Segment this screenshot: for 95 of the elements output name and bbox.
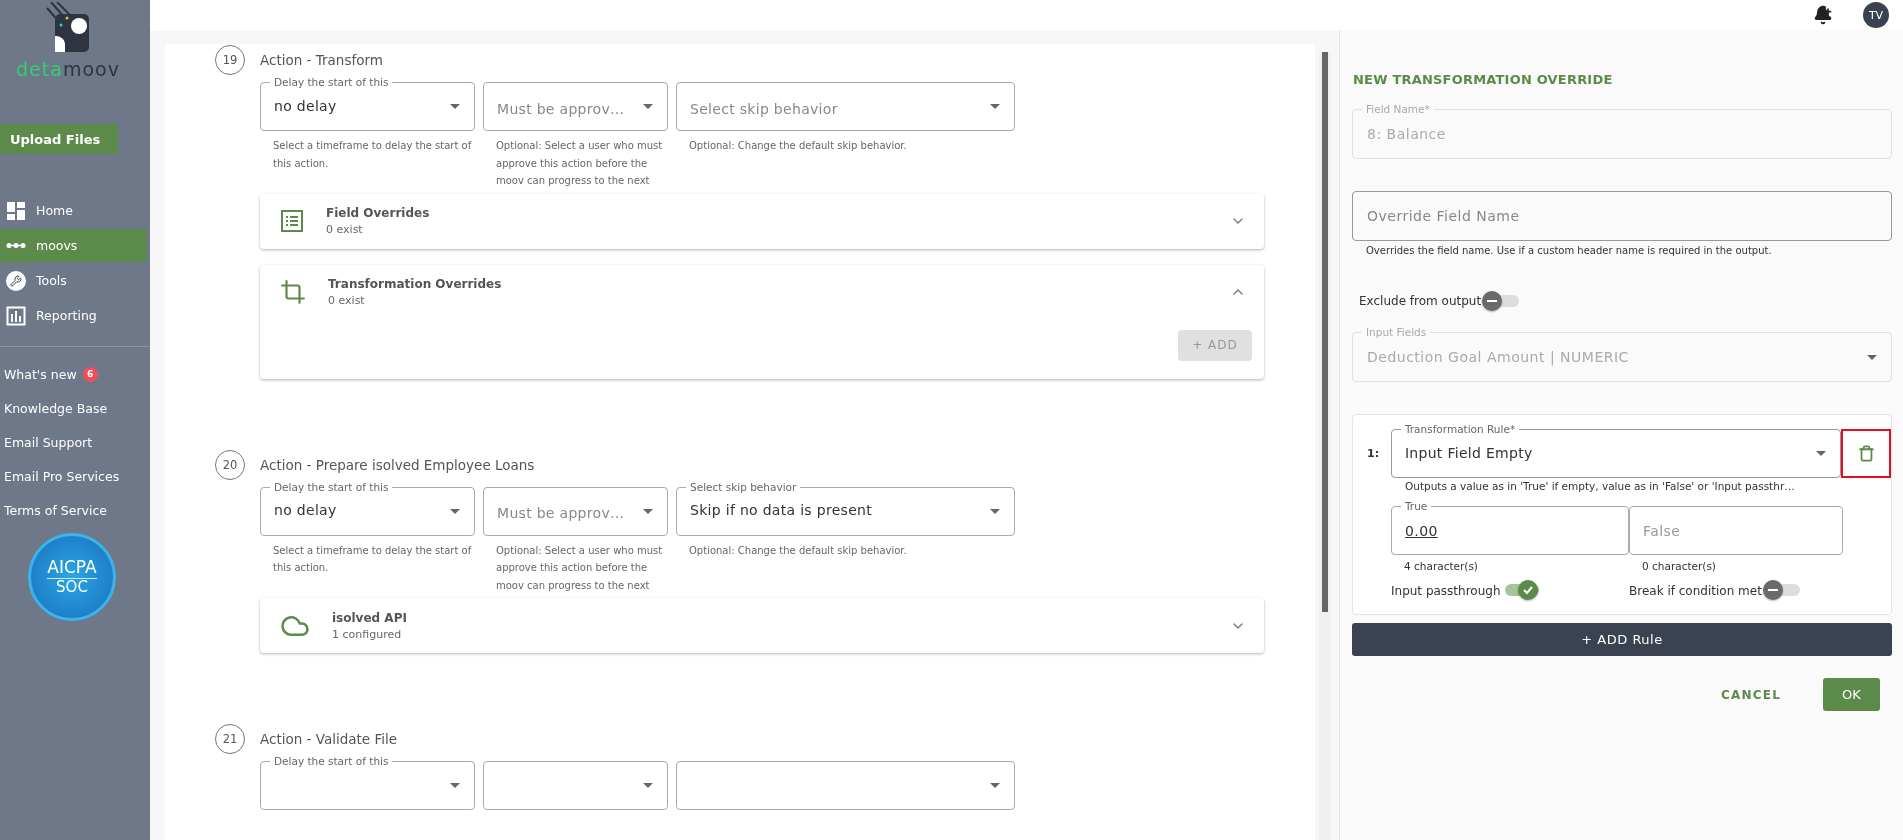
character-count: 0 character(s) xyxy=(1642,560,1717,572)
nav-label: moovs xyxy=(36,238,78,253)
dropdown-caret-icon xyxy=(990,508,1000,514)
helper-text: Optional: Change the default skip behavior. xyxy=(689,139,908,153)
field-value: no delay xyxy=(274,502,337,518)
toggle-label: Input passthrough xyxy=(1391,584,1501,598)
panel-subtitle: 0 exist xyxy=(328,294,366,307)
helper-text: Overrides the field name. Use if a custom header name is required in the output. xyxy=(1366,245,1773,256)
step-title: Action - Prepare isolved Employee Loans xyxy=(260,456,535,473)
panel-title: Field Overrides xyxy=(326,206,431,220)
user-avatar[interactable]: TV xyxy=(1863,2,1889,28)
nav-label: Reporting xyxy=(36,308,97,323)
field-placeholder: Override Field Name xyxy=(1367,208,1520,224)
dropdown-caret-icon xyxy=(990,104,1000,109)
list-icon xyxy=(280,209,304,233)
delete-icon xyxy=(1857,445,1875,462)
select-field[interactable]: Must be approv… xyxy=(483,486,668,536)
panel-heading: NEW TRANSFORMATION OVERRIDE xyxy=(1353,72,1614,87)
panel-subtitle: 1 configured xyxy=(332,627,403,641)
rule-number: 1: xyxy=(1367,447,1381,460)
sidebar-link[interactable]: Terms of Service xyxy=(0,493,150,527)
bar-chart-icon xyxy=(6,305,26,326)
field-label: Transformation Rule* xyxy=(1400,422,1520,436)
helper-text: Select a timeframe to delay the start of this action. xyxy=(273,543,473,575)
step-title: Action - Transform xyxy=(260,52,383,68)
override-name-input[interactable]: Override Field Name xyxy=(1352,191,1892,241)
false-value-input[interactable]: False xyxy=(1629,506,1843,555)
delete-button[interactable] xyxy=(1841,429,1891,478)
field-value: Input Field Empty xyxy=(1404,444,1533,461)
dropdown-caret-icon xyxy=(643,104,653,109)
field-label: Input Fields xyxy=(1362,325,1431,339)
cancel-button[interactable]: CANCEL xyxy=(1715,686,1787,703)
helper-text: Outputs a value as in 'True' if empty, value as in 'False' or 'Input passthr… xyxy=(1405,480,1796,492)
dropdown-caret-icon xyxy=(450,508,460,514)
field-placeholder: False xyxy=(1643,522,1681,539)
step-title: Action - Validate File xyxy=(260,731,398,747)
field-value: Skip if no data is present xyxy=(690,502,872,518)
ok-button[interactable]: OK xyxy=(1823,678,1880,711)
nav-item[interactable]: Home xyxy=(0,194,147,227)
field-placeholder: Select skip behavior xyxy=(690,100,838,117)
character-count: 4 character(s) xyxy=(1404,560,1479,572)
field-label: Field Name* xyxy=(1362,102,1434,116)
dropdown-caret-icon xyxy=(1816,451,1827,456)
check-icon xyxy=(1521,584,1534,596)
field-value: 0.00 xyxy=(1405,522,1438,539)
sidebar-link[interactable]: Email Pro Services xyxy=(0,459,150,493)
nav-item[interactable]: moovs xyxy=(0,229,147,262)
toggle-label: Break if condition met xyxy=(1629,584,1762,598)
field-value: 8: Balance xyxy=(1367,126,1446,142)
select-field[interactable] xyxy=(676,761,1015,810)
count-badge: 6 xyxy=(82,366,98,382)
panel-subtitle: 0 exist xyxy=(326,223,364,236)
nav-item[interactable]: Reporting xyxy=(0,299,147,332)
sidebar-link[interactable]: What's new xyxy=(4,366,77,382)
upload-files-button[interactable]: Upload Files xyxy=(0,124,118,154)
helper-text: Optional: Select a user who must approve this action before the moov can progress to the next xyxy=(496,543,664,593)
select-field[interactable]: Must be approv… xyxy=(483,82,668,131)
connected-dots-icon xyxy=(6,243,26,248)
wrench-icon xyxy=(6,270,26,291)
field-label: True xyxy=(1401,499,1432,513)
helper-text: Select a timeframe to delay the start of this action. xyxy=(273,139,473,171)
badge-text: SOC xyxy=(56,579,88,596)
logo-icon xyxy=(45,2,91,54)
dropdown-caret-icon xyxy=(990,783,1000,788)
add-rule-button[interactable]: + ADD Rule xyxy=(1352,623,1892,656)
nav-label: Home xyxy=(36,203,73,218)
notification-bell-icon[interactable] xyxy=(1813,5,1833,25)
nav-label: Tools xyxy=(36,273,67,288)
toggle-label: Exclude from output xyxy=(1359,294,1482,308)
scrollbar[interactable] xyxy=(1319,52,1331,840)
nav-item[interactable]: Tools xyxy=(0,264,147,297)
select-field[interactable] xyxy=(483,761,668,810)
field-label: Delay the start of this xyxy=(270,75,393,89)
select-field[interactable]: Select skip behavior xyxy=(676,82,1015,131)
sidebar-link[interactable]: Email Support xyxy=(0,425,150,459)
dropdown-caret-icon xyxy=(1867,354,1877,360)
field-value: no delay xyxy=(274,97,337,114)
field-placeholder: Must be approv… xyxy=(497,505,625,521)
dropdown-caret-icon xyxy=(450,104,460,109)
dropdown-caret-icon xyxy=(450,783,460,788)
badge-text: AICPA xyxy=(47,558,97,580)
dropdown-caret-icon xyxy=(643,508,653,514)
dashboard-icon xyxy=(6,200,26,221)
dropdown-caret-icon xyxy=(643,783,653,788)
field-placeholder: Must be approv… xyxy=(497,100,625,117)
minus-icon xyxy=(1486,299,1499,303)
helper-text: Optional: Change the default skip behavior. xyxy=(689,543,908,558)
logo-text: detamoov xyxy=(16,58,120,80)
panel-title: isolved API xyxy=(332,610,408,625)
helper-text: Optional: Select a user who must approve this action before the moov can progress to the next xyxy=(496,139,664,188)
minus-icon xyxy=(1766,588,1779,592)
sidebar-link[interactable]: Knowledge Base xyxy=(0,391,150,425)
panel-title: Transformation Overrides xyxy=(328,277,503,291)
crop-icon xyxy=(280,279,306,305)
field-label: Delay the start of this xyxy=(270,754,393,768)
